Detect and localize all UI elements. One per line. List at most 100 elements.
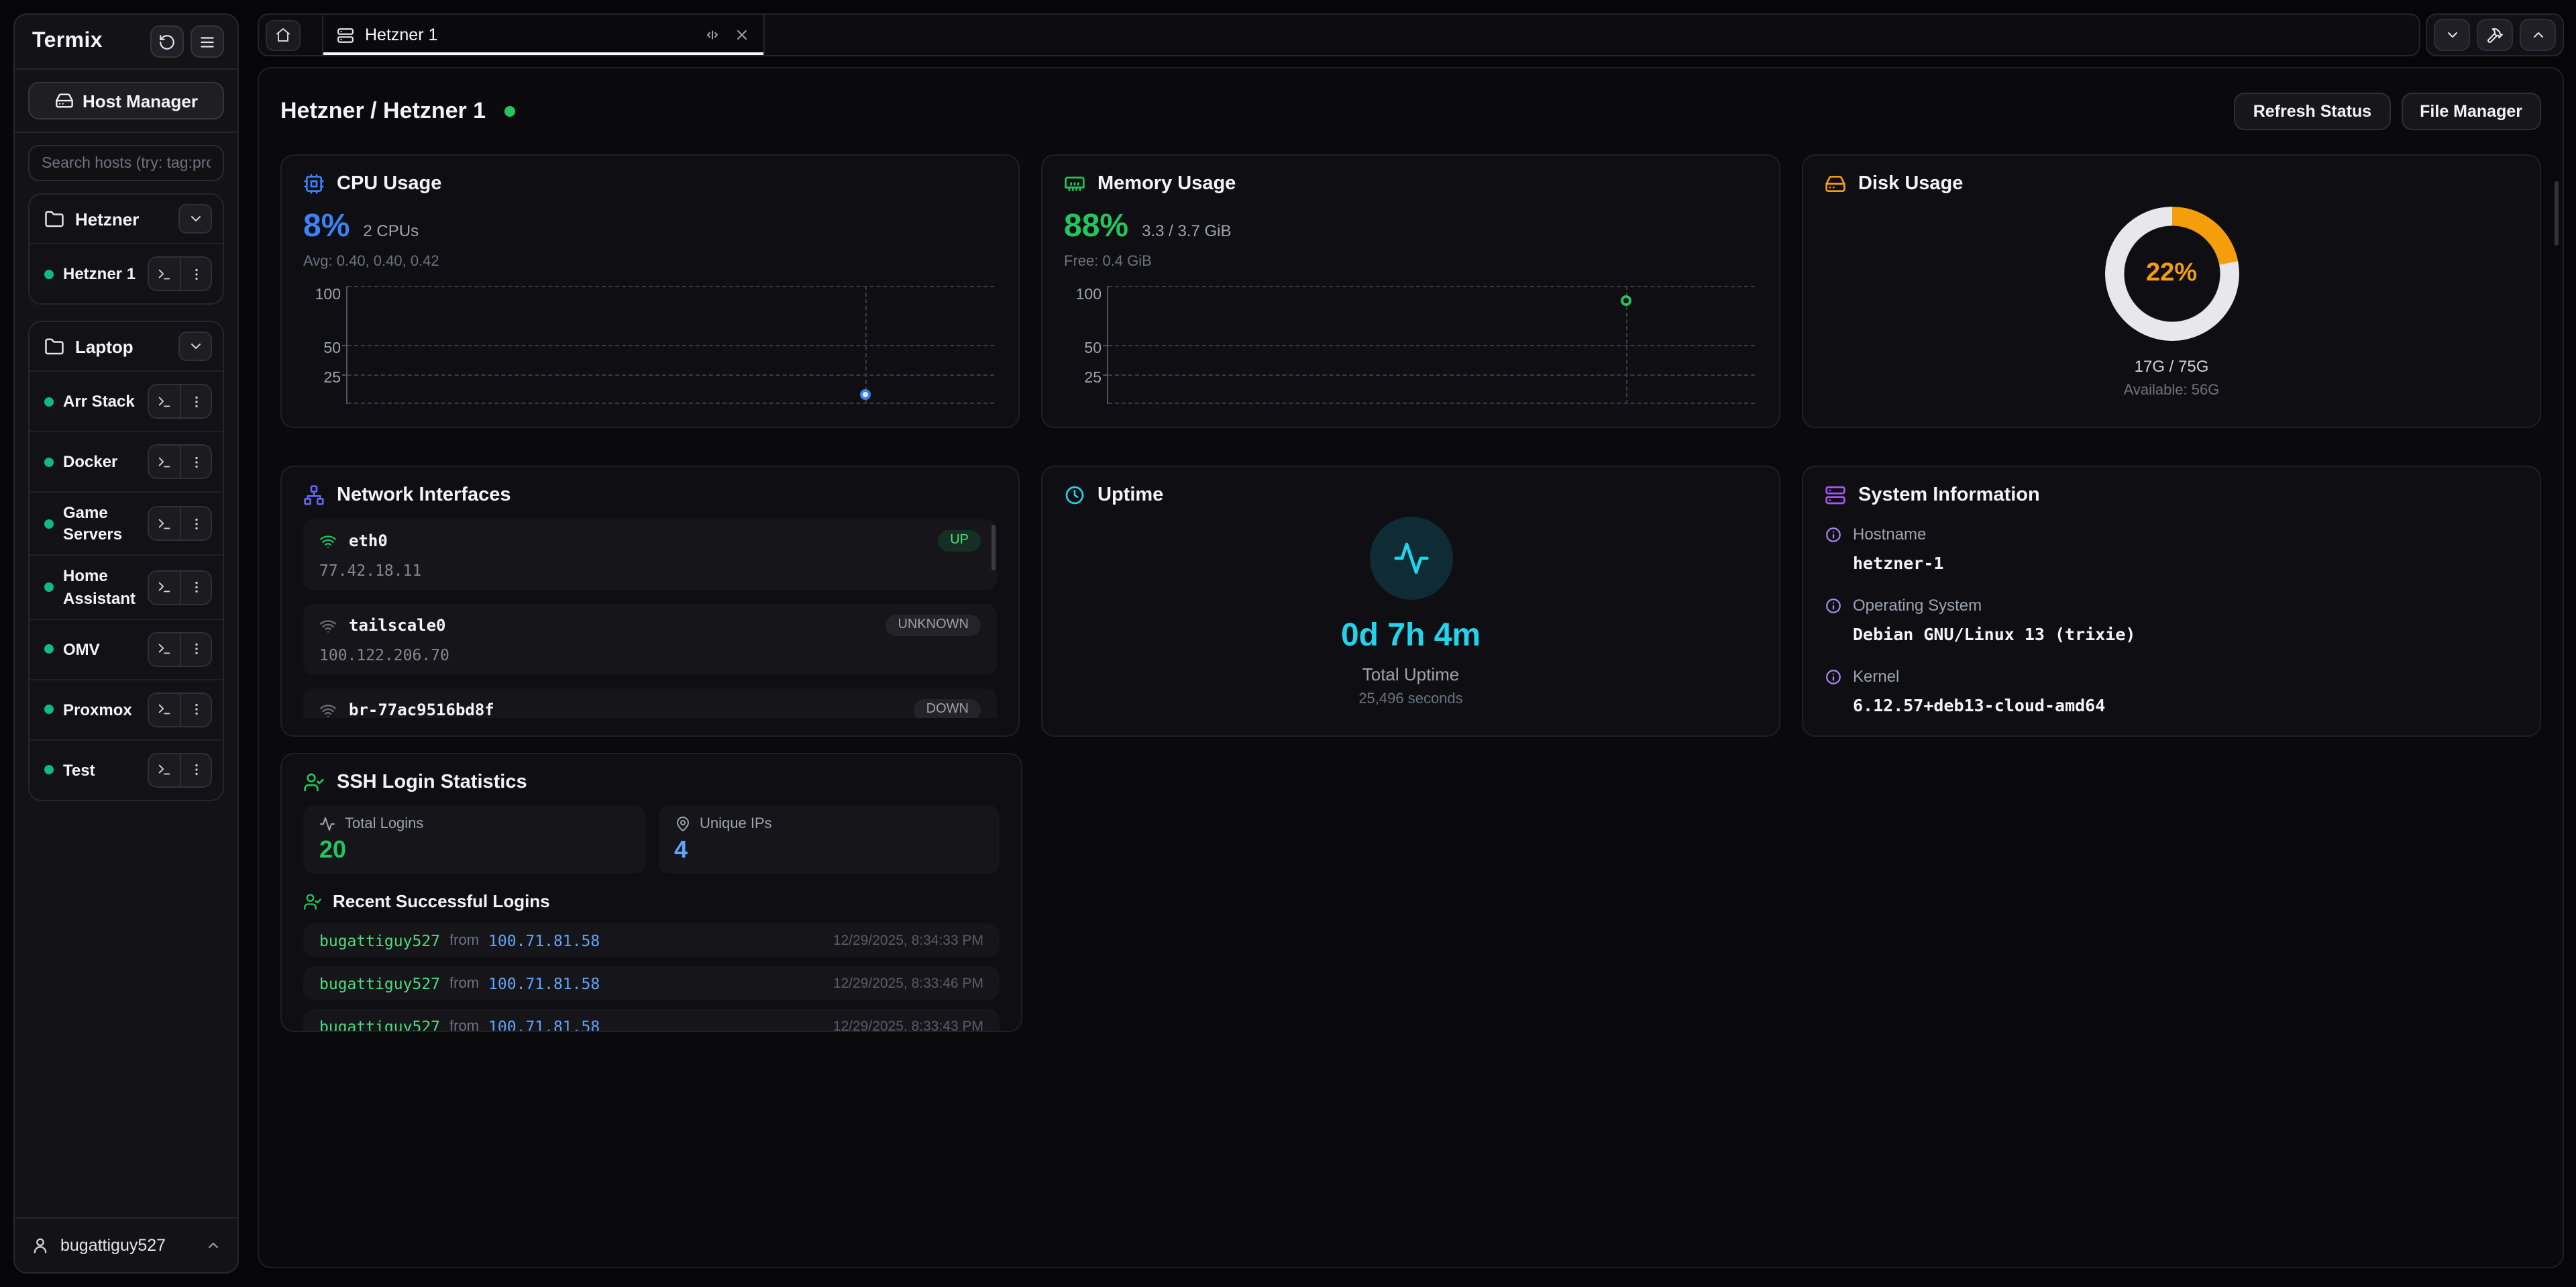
- system-info-row-hostname: Hostname hetzner-1: [1825, 525, 2518, 573]
- host-terminal-button[interactable]: [149, 633, 180, 666]
- login-ip: 100.71.81.58: [488, 1017, 600, 1032]
- host-more-button[interactable]: [180, 633, 211, 666]
- host-row-game-servers[interactable]: Game Servers: [30, 491, 223, 555]
- reload-button[interactable]: [150, 25, 184, 58]
- user-icon: [31, 1236, 50, 1255]
- host-terminal-button[interactable]: [149, 754, 180, 786]
- collapse-up-button[interactable]: [2520, 19, 2556, 51]
- host-terminal-button[interactable]: [149, 571, 180, 603]
- tab-close-button[interactable]: [734, 27, 750, 43]
- disk-icon: [1825, 173, 1846, 195]
- interface-ip: 100.122.206.70: [319, 646, 981, 664]
- disk-usage-card: Disk Usage 22% 17G / 75G Available: 56G: [1802, 154, 2541, 428]
- memory-chart: 100 50 25: [1067, 280, 1758, 409]
- y-tick-label: 100: [1067, 289, 1102, 304]
- host-name: Docker: [63, 451, 138, 472]
- tab-actions: [704, 27, 750, 43]
- uptime-card: Uptime 0d 7h 4m Total Uptime 25,496 seco…: [1041, 466, 1780, 737]
- host-name: Hetzner 1: [63, 263, 138, 285]
- host-terminal-button[interactable]: [149, 694, 180, 726]
- scrollbar-thumb[interactable]: [991, 525, 996, 570]
- search-input[interactable]: [28, 145, 224, 181]
- chevron-up-icon: [2530, 27, 2546, 43]
- host-more-button[interactable]: [180, 507, 211, 539]
- host-row-arr-stack[interactable]: Arr Stack: [30, 370, 223, 431]
- group-collapse-button[interactable]: [178, 331, 212, 361]
- kebab-menu-icon: [189, 580, 203, 595]
- host-status-dot: [44, 269, 54, 278]
- collapse-down-button[interactable]: [2434, 19, 2470, 51]
- scrollbar-thumb[interactable]: [2555, 181, 2559, 246]
- cpu-plot-area: [346, 286, 994, 404]
- memory-usage-card: Memory Usage 88% 3.3 / 3.7 GiB Free: 0.4…: [1041, 154, 1780, 428]
- host-row-home-assistant[interactable]: Home Assistant: [30, 555, 223, 619]
- host-name: Game Servers: [63, 502, 138, 546]
- host-terminal-button[interactable]: [149, 446, 180, 478]
- group-header-hetzner[interactable]: Hetzner: [30, 195, 223, 243]
- sidebar-header-buttons: [150, 25, 224, 58]
- terminal-icon: [157, 516, 172, 531]
- info-icon: [1825, 597, 1842, 614]
- tools-button[interactable]: [2477, 19, 2513, 51]
- host-row-omv[interactable]: OMV: [30, 619, 223, 679]
- interface-status-badge: UP: [938, 530, 981, 552]
- host-row-actions: [148, 506, 212, 541]
- cpu-usage-card: CPU Usage 8% 2 CPUs Avg: 0.40, 0.40, 0.4…: [280, 154, 1020, 428]
- card-title: Network Interfaces: [337, 484, 511, 506]
- system-info-value: hetzner-1: [1853, 553, 2518, 573]
- host-group-laptop: Laptop Arr Stack Docker: [28, 321, 224, 801]
- activity-icon: [319, 816, 335, 832]
- memory-percent: 88%: [1064, 208, 1128, 246]
- network-icon: [303, 484, 325, 506]
- card-title: CPU Usage: [337, 173, 441, 195]
- terminal-icon: [157, 763, 172, 778]
- host-more-button[interactable]: [180, 258, 211, 290]
- stats-grid: CPU Usage 8% 2 CPUs Avg: 0.40, 0.40, 0.4…: [259, 154, 2563, 1032]
- host-terminal-button[interactable]: [149, 385, 180, 417]
- home-icon: [275, 27, 291, 43]
- host-row-docker[interactable]: Docker: [30, 431, 223, 491]
- login-row: bugattiguy527 from 100.71.81.58 12/29/20…: [303, 966, 1000, 1000]
- sidebar-menu-button[interactable]: [191, 25, 224, 58]
- clock-icon: [1064, 484, 1085, 506]
- server-stats-panel: Hetzner / Hetzner 1 Refresh Status File …: [258, 67, 2564, 1268]
- chevron-down-icon: [187, 338, 203, 354]
- host-row-proxmox[interactable]: Proxmox: [30, 679, 223, 739]
- interface-row-bridge: br-77ac9516bd8f DOWN 172.23.0.1: [303, 688, 997, 718]
- host-more-button[interactable]: [180, 446, 211, 478]
- host-groups: Hetzner Hetzner 1 Laptop: [15, 191, 237, 1217]
- disk-available-text: Available: 56G: [2124, 382, 2220, 398]
- group-header-laptop[interactable]: Laptop: [30, 322, 223, 370]
- host-more-button[interactable]: [180, 754, 211, 786]
- host-more-button[interactable]: [180, 694, 211, 726]
- system-information-card: System Information Hostname hetzner-1: [1802, 466, 2541, 737]
- group-collapse-button[interactable]: [178, 204, 212, 234]
- host-row-test[interactable]: Test: [30, 739, 223, 800]
- y-tick-label: 25: [306, 372, 341, 387]
- file-manager-button[interactable]: File Manager: [2401, 93, 2541, 130]
- info-icon: [1825, 525, 1842, 543]
- y-tick-label: 25: [1067, 372, 1102, 387]
- host-terminal-button[interactable]: [149, 258, 180, 290]
- home-button[interactable]: [266, 19, 301, 50]
- server-icon: [337, 26, 354, 44]
- host-more-button[interactable]: [180, 385, 211, 417]
- login-row: bugattiguy527 from 100.71.81.58 12/29/20…: [303, 1009, 1000, 1032]
- host-row-actions: [148, 692, 212, 727]
- user-menu[interactable]: bugattiguy527: [15, 1217, 237, 1272]
- host-more-button[interactable]: [180, 571, 211, 603]
- interface-name: tailscale0: [349, 616, 446, 635]
- close-icon: [734, 27, 750, 43]
- system-info-label: Operating System: [1853, 596, 1982, 615]
- login-timestamp: 12/29/2025, 8:33:46 PM: [833, 975, 983, 991]
- tab-hetzner-1[interactable]: Hetzner 1: [322, 15, 765, 55]
- y-tick-label: 50: [1067, 342, 1102, 358]
- terminal-icon: [157, 266, 172, 281]
- host-manager-section: Host Manager: [15, 70, 237, 133]
- host-terminal-button[interactable]: [149, 507, 180, 539]
- group-label: Hetzner: [75, 209, 139, 229]
- host-row-hetzner-1[interactable]: Hetzner 1: [30, 243, 223, 303]
- refresh-status-button[interactable]: Refresh Status: [2235, 93, 2390, 130]
- tab-split-button[interactable]: [704, 27, 720, 43]
- host-manager-button[interactable]: Host Manager: [28, 82, 224, 119]
